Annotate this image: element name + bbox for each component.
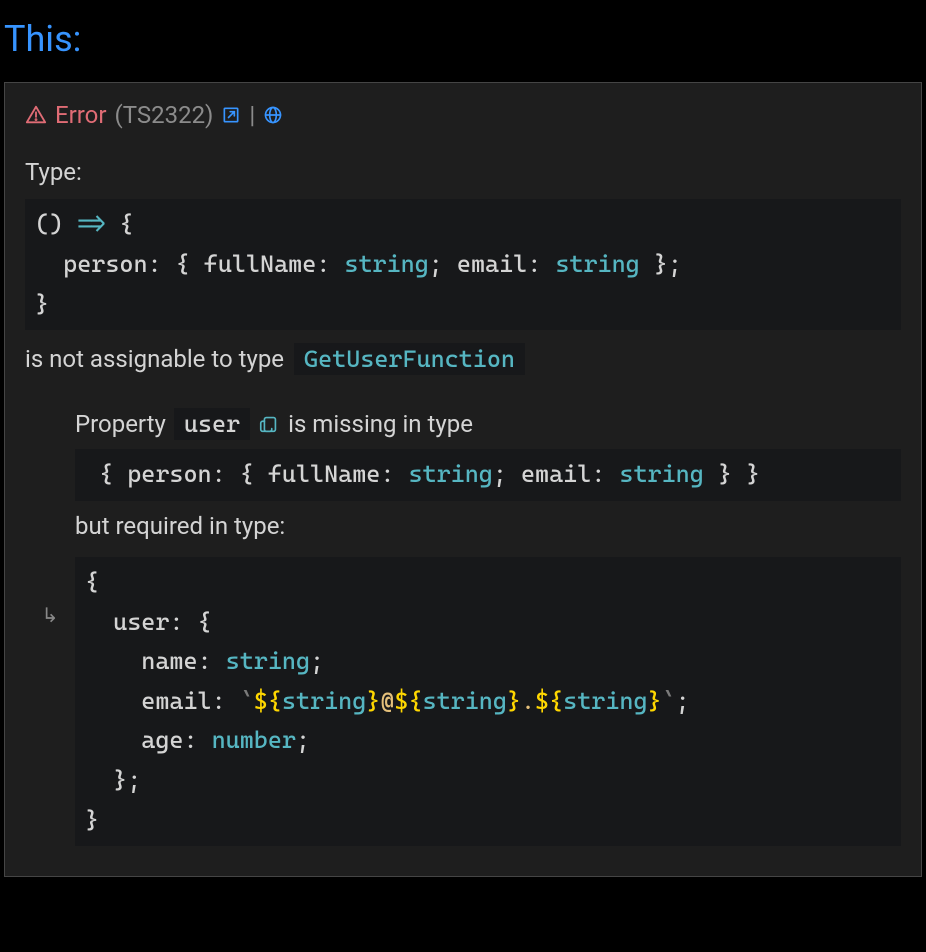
code-token: `: [240, 687, 254, 715]
page-title: This:: [0, 0, 926, 78]
code-token: :: [316, 250, 344, 278]
code-token: }: [366, 687, 380, 715]
code-token: :: [212, 460, 240, 488]
code-block-required-type: { user: { name: string; email: `${string…: [75, 557, 901, 846]
clipboard-icon[interactable]: [258, 413, 280, 435]
text-not-assignable: is not assignable to type: [25, 340, 284, 378]
text-but-required: but required in type:: [75, 507, 901, 545]
external-link-icon[interactable]: [221, 105, 241, 125]
code-block-source-type: () => { person: { fullName: string; emai…: [25, 199, 901, 330]
message-not-assignable: is not assignable to type GetUserFunctio…: [25, 340, 901, 378]
code-token: user: [85, 608, 169, 636]
code-token: ${: [254, 687, 282, 715]
text-missing: is missing in type: [288, 405, 473, 443]
code-token: string: [423, 687, 507, 715]
code-block-missing-in-type: { person: { fullName: string; email: str…: [75, 449, 901, 501]
code-token: fullName: [254, 460, 381, 488]
type-label: Type:: [25, 153, 901, 191]
code-token: fullName: [190, 250, 317, 278]
code-token: {: [85, 568, 99, 596]
code-token: age: [85, 726, 183, 754]
error-panel: Error (TS2322) | Type: () => { person: {…: [4, 82, 922, 877]
code-token: ;: [296, 726, 310, 754]
code-token: }: [85, 806, 99, 834]
code-token: {: [85, 460, 127, 488]
code-token: email: [85, 687, 212, 715]
code-token: ;: [429, 250, 457, 278]
code-token: person: [35, 250, 148, 278]
code-token: string: [226, 647, 310, 675]
code-token: :: [183, 726, 211, 754]
code-token: string: [282, 687, 366, 715]
code-token: person: [127, 460, 211, 488]
code-token: :: [527, 250, 555, 278]
code-token: email: [457, 250, 527, 278]
code-token: string: [408, 460, 492, 488]
error-header: Error (TS2322) |: [25, 101, 901, 129]
code-token: :: [591, 460, 619, 488]
code-token: .: [521, 687, 535, 715]
code-token: :: [380, 460, 408, 488]
property-missing-row: Property user is missing in type: [75, 405, 901, 443]
code-token: {: [105, 210, 133, 238]
code-token: :: [148, 250, 176, 278]
code-token: email: [521, 460, 591, 488]
code-token: }: [648, 687, 662, 715]
code-token: }: [507, 687, 521, 715]
code-token: :: [212, 687, 240, 715]
code-token: };: [640, 250, 682, 278]
code-token: }: [35, 290, 49, 318]
error-label: Error: [55, 101, 107, 129]
code-token: (): [35, 210, 77, 238]
code-token: } }: [704, 460, 774, 488]
code-token: string: [344, 250, 428, 278]
code-token: ;: [310, 647, 324, 675]
code-token: ${: [535, 687, 563, 715]
code-token: {: [240, 460, 254, 488]
code-token: ;: [493, 460, 521, 488]
continuation-arrow-icon: ↳: [25, 557, 75, 627]
code-token: @: [380, 687, 394, 715]
code-token: number: [212, 726, 296, 754]
text-property: Property: [75, 405, 166, 443]
code-token: };: [85, 766, 141, 794]
code-token: `: [662, 687, 676, 715]
code-token: =>: [77, 210, 105, 238]
code-token: name: [85, 647, 198, 675]
code-token: {: [176, 250, 190, 278]
warning-icon: [25, 104, 47, 126]
globe-icon[interactable]: [263, 105, 283, 125]
code-token: string: [555, 250, 639, 278]
code-token: string: [619, 460, 703, 488]
code-token: ;: [676, 687, 690, 715]
code-token: string: [563, 687, 647, 715]
prop-name-inline: user: [174, 408, 250, 440]
code-token: :: [198, 647, 226, 675]
type-name-inline: GetUserFunction: [294, 343, 525, 375]
code-token: : {: [169, 608, 211, 636]
error-code: (TS2322): [115, 101, 214, 129]
code-token: ${: [394, 687, 422, 715]
separator: |: [249, 101, 255, 129]
